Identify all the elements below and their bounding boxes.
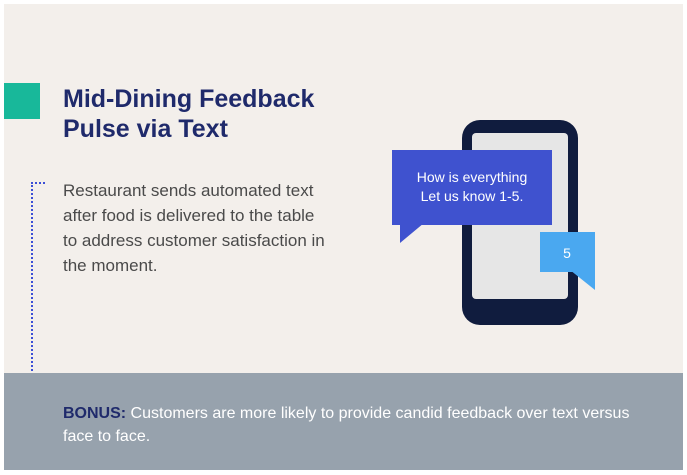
- reply-value: 5: [563, 245, 571, 261]
- description-text: Restaurant sends automated text after fo…: [63, 181, 325, 275]
- accent-square: [4, 83, 40, 119]
- message-line-1: How is everything: [417, 169, 528, 185]
- phone-illustration: How is everything Let us know 1-5. 5: [392, 120, 595, 325]
- message-line-2: Let us know 1-5.: [421, 188, 524, 204]
- page-title: Mid-Dining Feedback Pulse via Text: [63, 85, 315, 143]
- bonus-body: Customers are more likely to provide can…: [63, 405, 630, 445]
- bonus-text: BONUS: Customers are more likely to prov…: [63, 402, 663, 448]
- connector-top: [31, 182, 45, 184]
- bonus-label: BONUS:: [63, 405, 127, 422]
